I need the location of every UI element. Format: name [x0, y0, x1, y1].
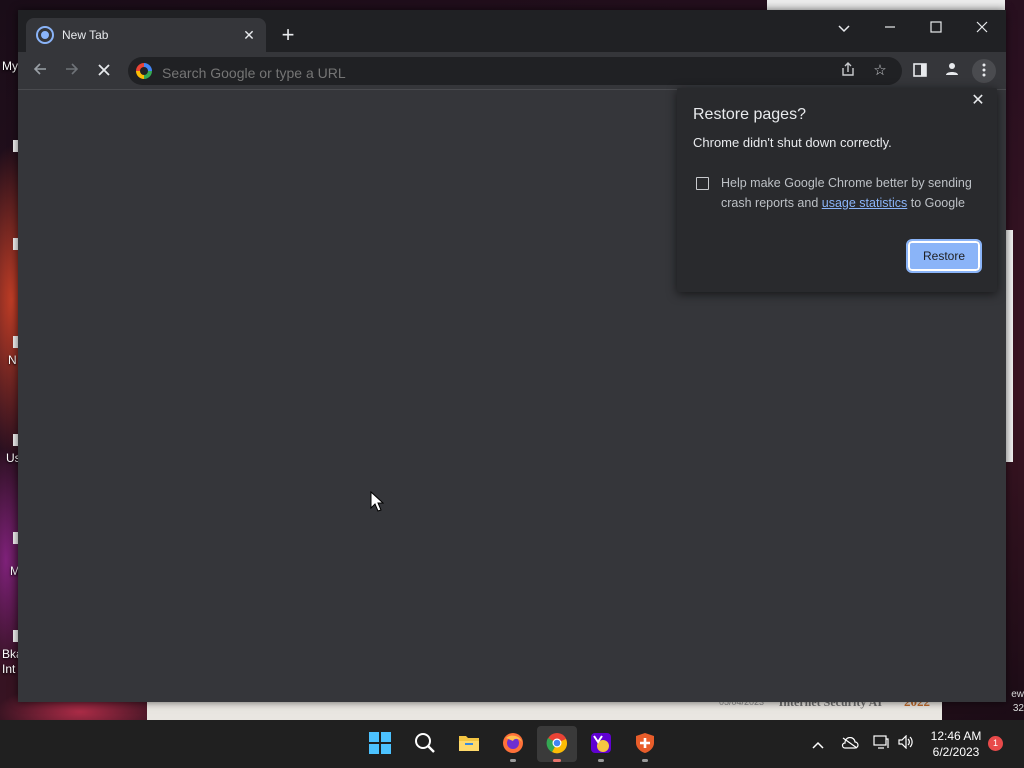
desktop-icon-label[interactable]: My — [2, 59, 18, 73]
taskbar: 12:46 AM 6/2/2023 1 — [0, 720, 1024, 768]
profile-icon[interactable] — [940, 59, 964, 83]
network-icon[interactable] — [870, 720, 892, 768]
background-window-bottom[interactable]: 05/04/2023 Internet Security AI 2022 — [147, 694, 942, 720]
chrome-window: New Tab ✕ + Search Google or type a URL … — [18, 10, 1006, 702]
toolbar: ☆ — [18, 52, 1006, 90]
plus-icon[interactable]: + — [276, 24, 300, 48]
tab-strip[interactable]: New Tab ✕ + — [18, 10, 1006, 52]
running-indicator — [510, 759, 516, 762]
firefox-icon[interactable] — [493, 726, 533, 762]
usage-statistics-link[interactable]: usage statistics — [822, 196, 907, 210]
close-icon[interactable]: ✕ — [240, 26, 258, 44]
omnibox-input[interactable] — [160, 64, 764, 82]
mouse-cursor-icon — [370, 491, 384, 512]
close-icon[interactable]: ✕ — [969, 92, 987, 110]
security-shield-icon[interactable] — [625, 726, 665, 762]
yahoo-mail-icon[interactable] — [581, 726, 621, 762]
running-indicator — [642, 759, 648, 762]
star-icon[interactable]: ☆ — [870, 61, 890, 81]
taskbar-clock[interactable]: 12:46 AM 6/2/2023 — [924, 728, 988, 760]
crash-report-checkbox[interactable] — [696, 177, 709, 190]
chevron-up-icon[interactable] — [808, 720, 828, 768]
arrow-left-icon[interactable] — [28, 59, 52, 83]
search-icon[interactable] — [405, 726, 445, 762]
background-window-right[interactable] — [1006, 230, 1013, 462]
tab-new-tab[interactable]: New Tab ✕ — [26, 18, 266, 52]
chrome-favicon-icon — [36, 26, 54, 44]
desktop-icon-label[interactable]: Int — [2, 662, 15, 676]
tab-search-chevron-icon[interactable] — [824, 14, 864, 42]
cloud-offline-icon[interactable] — [838, 720, 862, 768]
windows-start-icon[interactable] — [360, 726, 400, 762]
side-panel-icon[interactable] — [908, 59, 932, 83]
running-indicator — [598, 759, 604, 762]
minimize-icon[interactable] — [870, 14, 910, 42]
dialog-title: Restore pages? — [693, 106, 806, 123]
tab-title: New Tab — [62, 28, 109, 42]
google-g-icon — [136, 63, 152, 79]
clock-date: 6/2/2023 — [932, 745, 980, 759]
maximize-icon[interactable] — [916, 14, 956, 42]
kebab-menu-icon[interactable] — [972, 59, 996, 83]
volume-icon[interactable] — [895, 720, 917, 768]
crash-report-label: Help make Google Chrome better by sendin… — [721, 173, 983, 213]
clock-time: 12:46 AM — [930, 729, 982, 743]
desktop-icon-label[interactable]: N — [8, 353, 17, 367]
background-corner-line: 32 — [1012, 703, 1024, 714]
help-text-suffix: to Google — [910, 196, 965, 210]
arrow-right-icon[interactable] — [60, 59, 84, 83]
restore-button[interactable]: Restore — [906, 239, 982, 273]
close-icon[interactable] — [962, 14, 1002, 42]
restore-pages-dialog: Restore pages? ✕ Chrome didn't shut down… — [677, 88, 997, 292]
stop-loading-x-icon[interactable] — [92, 59, 116, 83]
share-icon[interactable] — [838, 61, 858, 81]
chrome-icon[interactable] — [537, 726, 577, 762]
running-indicator — [553, 759, 561, 762]
dialog-message: Chrome didn't shut down correctly. — [693, 135, 892, 150]
notification-badge[interactable]: 1 — [988, 736, 1003, 751]
omnibox[interactable]: ☆ — [128, 57, 902, 85]
file-explorer-icon[interactable] — [449, 726, 489, 762]
